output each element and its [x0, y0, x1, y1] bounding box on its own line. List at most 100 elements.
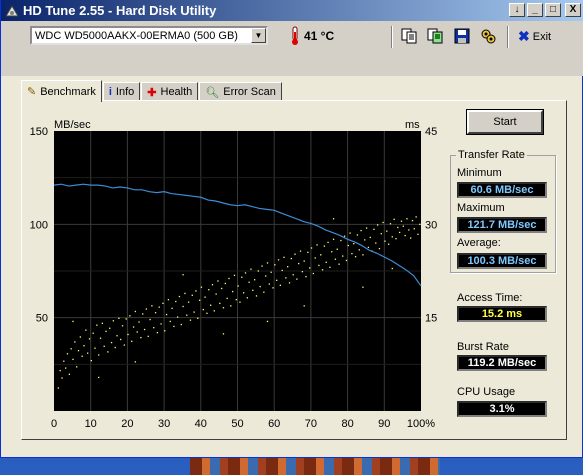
benchmark-chart: 0 10 20 30 40 50 60 70 80 90 100% 150 100 50 45 30 15 MB… — [30, 119, 438, 430]
access-time-point — [231, 290, 234, 293]
access-time-point — [255, 295, 258, 297]
access-time-point — [419, 223, 421, 226]
x-tick-label: 40 — [195, 418, 207, 430]
access-time-point — [283, 256, 285, 258]
access-time-point — [343, 235, 346, 237]
close-button[interactable]: X — [565, 3, 581, 17]
access-time-point — [360, 229, 362, 232]
options-icon[interactable] — [478, 26, 498, 46]
access-time-point — [389, 223, 392, 225]
access-time-point — [176, 316, 179, 318]
access-time-point — [153, 327, 155, 329]
access-time-point — [254, 279, 256, 281]
access-time-point — [68, 373, 70, 375]
help-button[interactable]: ↓ — [509, 3, 525, 17]
access-time-point — [217, 280, 219, 282]
access-time-point — [98, 354, 100, 356]
access-time-point — [72, 358, 74, 361]
access-time-point — [94, 347, 96, 349]
access-time-point — [112, 320, 115, 322]
access-time-point — [287, 266, 289, 268]
maximize-button[interactable]: □ — [545, 3, 561, 17]
access-time-point — [61, 377, 63, 379]
access-time-point — [162, 302, 164, 305]
access-time-point — [331, 251, 333, 253]
access-time-point — [123, 344, 126, 346]
access-time-point — [182, 305, 184, 308]
access-time-point — [70, 348, 72, 350]
access-time-point — [250, 268, 252, 270]
taskbar-strip — [190, 458, 440, 475]
access-time-point — [391, 236, 393, 238]
access-time-point — [263, 291, 265, 293]
access-time-point — [395, 238, 397, 240]
maximum-value: 121.7 MB/sec — [457, 217, 547, 233]
access-time-point — [138, 321, 140, 323]
access-time-point — [230, 305, 232, 307]
access-time-point — [178, 295, 181, 298]
access-time-point — [298, 262, 300, 265]
tab-benchmark[interactable]: ✎ Benchmark — [21, 80, 102, 102]
access-time-point — [164, 330, 166, 332]
access-time-point — [235, 299, 237, 301]
access-time-point — [391, 267, 393, 270]
minimize-button[interactable]: _ — [527, 3, 543, 17]
access-time-point — [364, 239, 366, 241]
burst-rate-value: 119.2 MB/sec — [457, 355, 547, 371]
access-time-point — [417, 233, 419, 235]
access-time-point — [228, 277, 230, 280]
exit-icon: ✖ — [518, 28, 530, 44]
access-time-point — [142, 313, 144, 315]
access-time-point — [307, 251, 309, 254]
access-time-point — [261, 265, 263, 267]
access-time-point — [226, 297, 228, 300]
access-time-point — [266, 320, 269, 323]
cpu-usage-label: CPU Usage — [457, 386, 516, 398]
access-time-point — [354, 256, 357, 258]
access-time-point — [171, 307, 173, 310]
access-time-point — [110, 341, 113, 344]
access-time-point — [376, 224, 379, 226]
minimum-label: Minimum — [457, 167, 502, 179]
benchmark-icon: ✎ — [27, 86, 37, 98]
average-value: 100.3 MB/sec — [457, 253, 547, 269]
access-time-value: 15.2 ms — [457, 306, 547, 322]
access-time-point — [387, 243, 390, 245]
access-time-point — [248, 281, 250, 283]
access-time-point — [309, 267, 311, 269]
access-time-point — [415, 216, 417, 218]
access-time-point — [197, 317, 199, 319]
access-time-point — [239, 301, 241, 303]
x-tick-label: 10 — [85, 418, 97, 430]
access-time-point — [57, 387, 59, 389]
access-time-point — [74, 341, 76, 343]
exit-button[interactable]: ✖ Exit — [518, 28, 551, 45]
access-time-point — [310, 247, 313, 249]
access-time-point — [281, 269, 283, 272]
access-time-point — [180, 323, 182, 326]
save-icon[interactable] — [452, 26, 472, 46]
access-time-point — [165, 313, 168, 316]
access-time-point — [151, 305, 153, 307]
access-time-point — [92, 332, 94, 334]
access-time-point — [107, 351, 109, 353]
access-time-point — [127, 333, 129, 336]
access-time-point — [237, 285, 239, 287]
start-button[interactable]: Start — [467, 110, 543, 134]
access-time-point — [209, 304, 212, 306]
access-time-point — [195, 290, 197, 292]
access-time-point — [219, 302, 221, 305]
access-time-point — [265, 275, 267, 277]
access-time-point — [351, 252, 353, 255]
access-time-point — [222, 307, 225, 309]
access-time-point — [81, 355, 83, 357]
access-time-point — [380, 233, 382, 235]
access-time-point — [386, 230, 388, 232]
access-time-point — [270, 271, 272, 273]
access-time-point — [408, 229, 410, 231]
tab-benchmark-label: Benchmark — [40, 85, 96, 98]
access-time-point — [156, 331, 159, 334]
access-time-point — [198, 299, 201, 301]
access-time-point — [208, 289, 210, 291]
x-tick-label: 0 — [51, 418, 57, 430]
